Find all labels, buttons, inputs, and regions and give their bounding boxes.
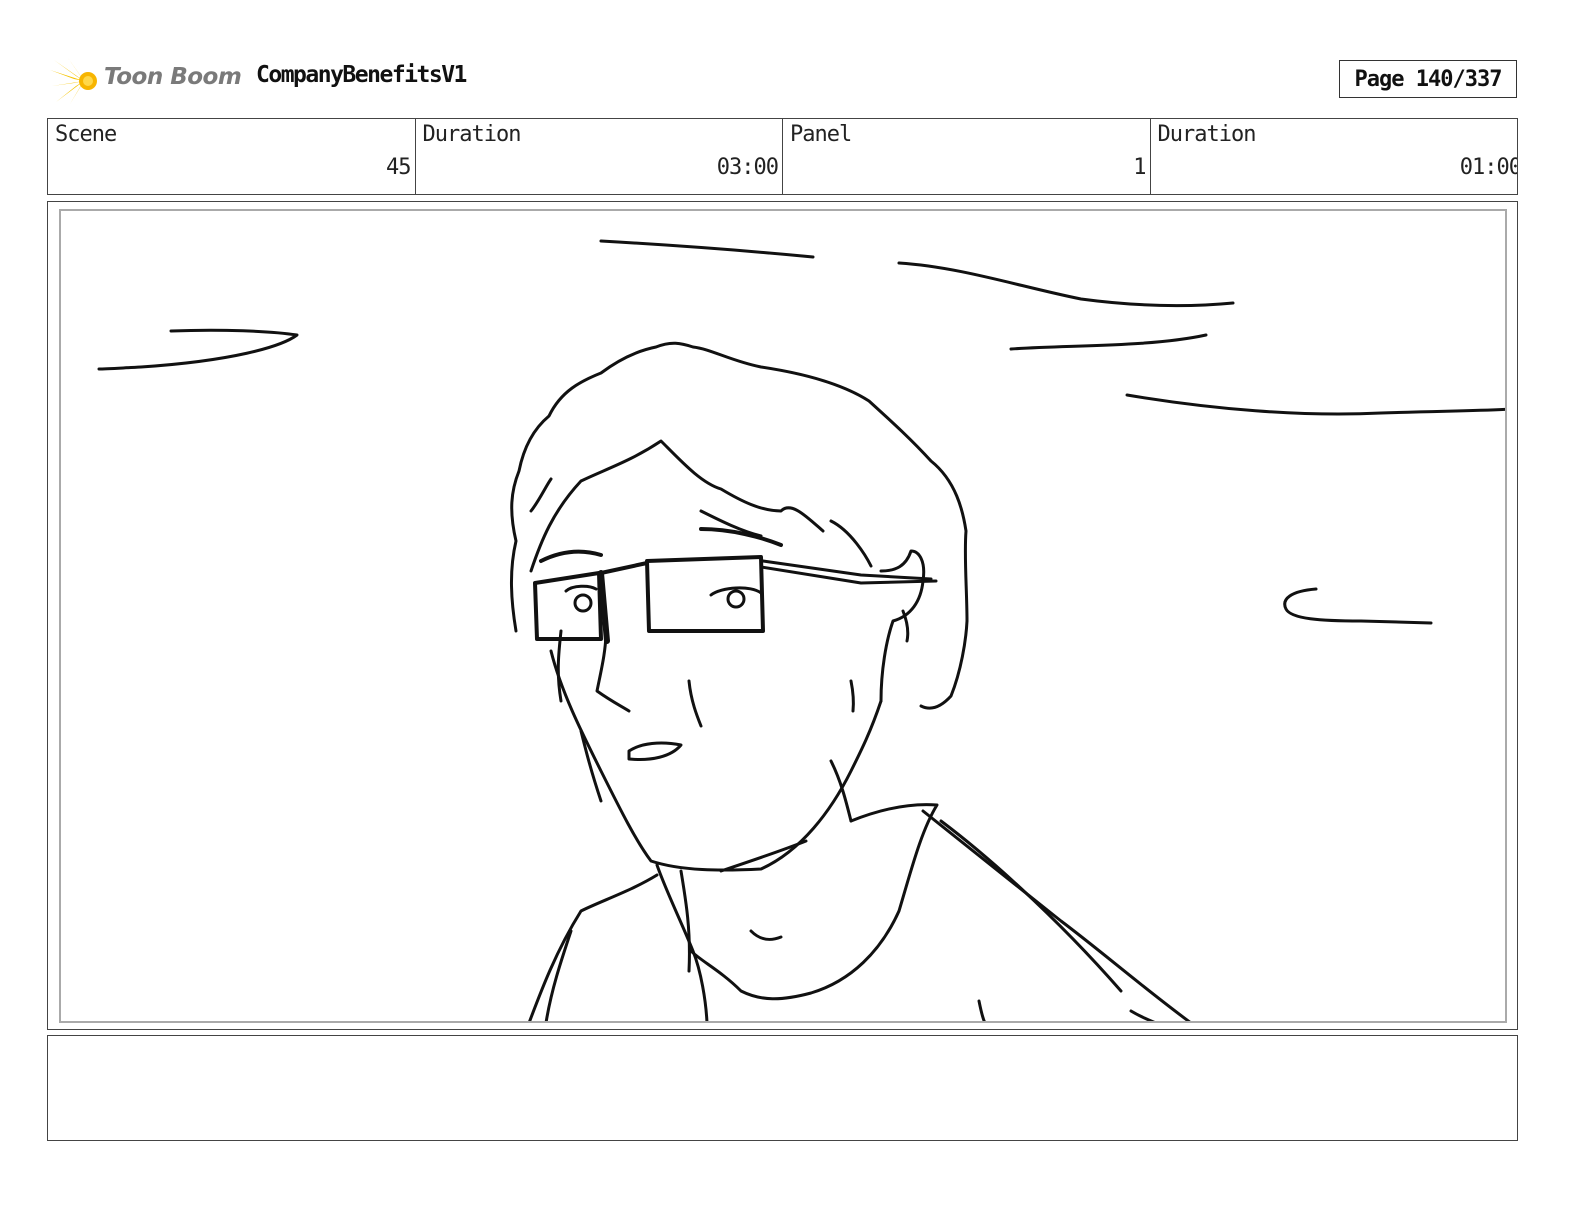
panel-value: 1 (1133, 155, 1146, 180)
panel-duration-cell: Duration 01:00 (1151, 119, 1518, 194)
panel-duration-label: Duration (1157, 122, 1257, 147)
starburst-icon (50, 58, 97, 104)
page-indicator: Page 140/337 (1339, 60, 1517, 98)
panel-notes-box (47, 1035, 1518, 1141)
scene-duration-label: Duration (422, 122, 522, 147)
project-title: CompanyBenefitsV1 (256, 62, 467, 88)
character-sketch-icon (97, 239, 1505, 1021)
scene-info-table: Scene 45 Duration 03:00 Panel 1 Duration… (47, 118, 1518, 195)
panel-duration-value: 01:00 (1459, 155, 1517, 180)
scene-duration-cell: Duration 03:00 (416, 119, 783, 194)
panel-cell: Panel 1 (783, 119, 1151, 194)
scene-duration-value: 03:00 (716, 155, 779, 180)
storyboard-panel (59, 209, 1507, 1023)
logo-text: Toon Boom (104, 64, 242, 90)
scene-label: Scene (55, 122, 117, 147)
scene-value: 45 (386, 155, 411, 180)
panel-label: Panel (790, 122, 852, 147)
storyboard-panel-frame (47, 201, 1518, 1030)
scene-cell: Scene 45 (48, 119, 416, 194)
toon-boom-logo: Toon Boom (50, 56, 242, 106)
